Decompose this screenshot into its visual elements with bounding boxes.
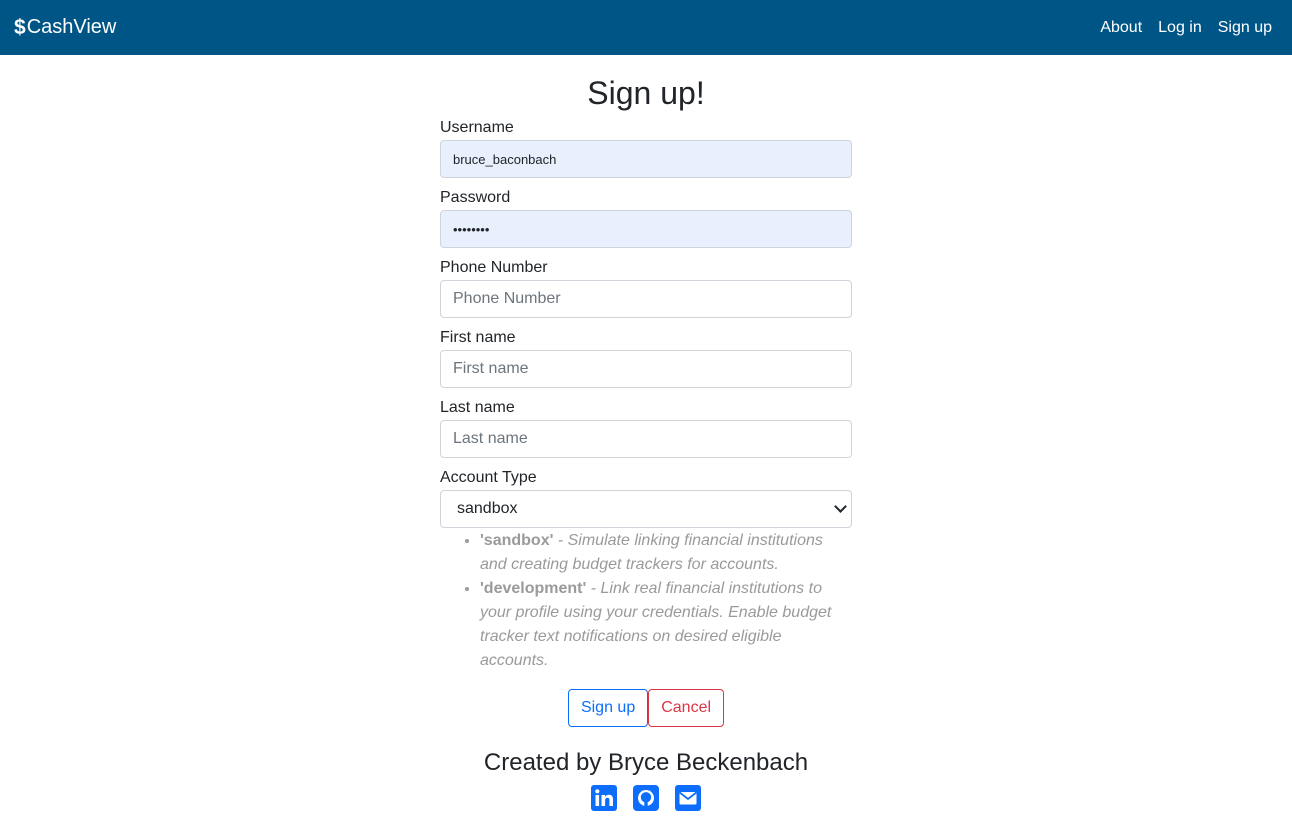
form-actions: Sign up Cancel bbox=[440, 689, 852, 727]
help-item-sandbox: 'sandbox' - Simulate linking financial i… bbox=[480, 529, 852, 577]
page-title: Sign up! bbox=[587, 75, 705, 111]
first-name-input[interactable] bbox=[440, 350, 852, 388]
social-links bbox=[440, 784, 852, 812]
nav-about-link[interactable]: About bbox=[1100, 19, 1142, 37]
help-key-development: 'development' bbox=[480, 580, 587, 597]
account-type-help: 'sandbox' - Simulate linking financial i… bbox=[440, 529, 852, 673]
password-label: Password bbox=[440, 189, 511, 206]
brand-name: CashView bbox=[26, 16, 117, 38]
help-key-sandbox: 'sandbox' bbox=[480, 532, 554, 549]
phone-label: Phone Number bbox=[440, 259, 548, 276]
footer-title: Created by Bryce Beckenbach bbox=[483, 749, 809, 776]
nav-signup-link[interactable]: Sign up bbox=[1218, 19, 1272, 37]
password-input[interactable] bbox=[440, 210, 852, 248]
help-item-development: 'development' - Link real financial inst… bbox=[480, 577, 852, 673]
nav-links: About Log in Sign up bbox=[1100, 19, 1272, 37]
last-name-label: Last name bbox=[440, 399, 515, 416]
username-input[interactable] bbox=[440, 140, 852, 178]
first-name-label: First name bbox=[440, 329, 516, 346]
chevron-down-icon bbox=[834, 500, 847, 513]
account-type-label: Account Type bbox=[440, 469, 537, 486]
signup-form: Sign up! Username Password Phone Number … bbox=[440, 76, 852, 812]
signup-button[interactable]: Sign up bbox=[567, 689, 649, 727]
navbar: $ CashView About Log in Sign up bbox=[0, 0, 1292, 55]
username-label: Username bbox=[440, 119, 514, 136]
cancel-button[interactable]: Cancel bbox=[648, 689, 725, 727]
account-type-select[interactable]: sandbox bbox=[440, 490, 852, 528]
github-icon[interactable] bbox=[632, 784, 660, 812]
brand-link[interactable]: $ CashView bbox=[14, 16, 116, 40]
envelope-icon[interactable] bbox=[674, 784, 702, 812]
dollar-icon: $ bbox=[14, 15, 26, 39]
last-name-input[interactable] bbox=[440, 420, 852, 458]
phone-input[interactable] bbox=[440, 280, 852, 318]
nav-login-link[interactable]: Log in bbox=[1158, 19, 1202, 37]
linkedin-icon[interactable] bbox=[590, 784, 618, 812]
account-type-value: sandbox bbox=[457, 500, 518, 517]
